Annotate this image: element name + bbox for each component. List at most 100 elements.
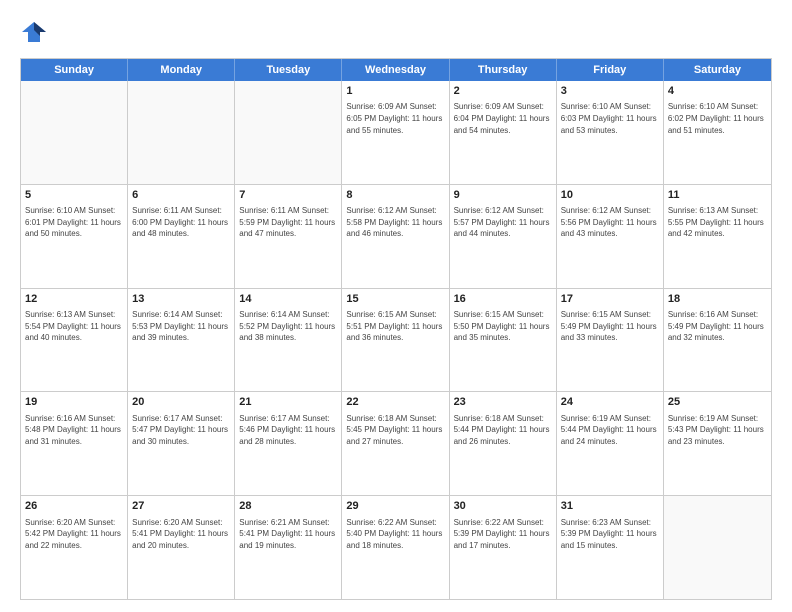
calendar-day-10: 10 Sunrise: 6:12 AM Sunset: 5:56 PM Dayli…: [557, 185, 664, 288]
calendar-day-27: 27 Sunrise: 6:20 AM Sunset: 5:41 PM Dayli…: [128, 496, 235, 599]
calendar-day-6: 6 Sunrise: 6:11 AM Sunset: 6:00 PM Daylig…: [128, 185, 235, 288]
day-number: 15: [346, 292, 444, 307]
sun-info: Sunrise: 6:19 AM Sunset: 5:43 PM Dayligh…: [668, 413, 767, 448]
day-number: 24: [561, 395, 659, 410]
calendar-header: SundayMondayTuesdayWednesdayThursdayFrid…: [21, 59, 771, 81]
calendar-day-25: 25 Sunrise: 6:19 AM Sunset: 5:43 PM Dayli…: [664, 392, 771, 495]
weekday-header-wednesday: Wednesday: [342, 59, 449, 81]
sun-info: Sunrise: 6:17 AM Sunset: 5:47 PM Dayligh…: [132, 413, 230, 448]
day-number: 10: [561, 188, 659, 203]
calendar-week-4: 19Sunrise: 6:16 AM Sunset: 5:48 PM Dayli…: [21, 392, 771, 496]
day-number: 7: [239, 188, 337, 203]
calendar-day-9: 9 Sunrise: 6:12 AM Sunset: 5:57 PM Daylig…: [450, 185, 557, 288]
day-number: 9: [454, 188, 552, 203]
calendar-day-18: 18 Sunrise: 6:16 AM Sunset: 5:49 PM Dayli…: [664, 289, 771, 392]
calendar-day-30: 30 Sunrise: 6:22 AM Sunset: 5:39 PM Dayli…: [450, 496, 557, 599]
weekday-header-friday: Friday: [557, 59, 664, 81]
calendar-day-22: 22 Sunrise: 6:18 AM Sunset: 5:45 PM Dayli…: [342, 392, 449, 495]
calendar-week-2: 5 Sunrise: 6:10 AM Sunset: 6:01 PM Daylig…: [21, 185, 771, 289]
calendar-day-2: 2 Sunrise: 6:09 AM Sunset: 6:04 PM Daylig…: [450, 81, 557, 184]
calendar-day-28: 28 Sunrise: 6:21 AM Sunset: 5:41 PM Dayli…: [235, 496, 342, 599]
sun-info: Sunrise: 6:17 AM Sunset: 5:46 PM Dayligh…: [239, 413, 337, 448]
sun-info: Sunrise: 6:20 AM Sunset: 5:42 PM Dayligh…: [25, 517, 123, 552]
day-number: 12: [25, 292, 123, 307]
weekday-header-thursday: Thursday: [450, 59, 557, 81]
sun-info: Sunrise: 6:22 AM Sunset: 5:39 PM Dayligh…: [454, 517, 552, 552]
calendar-day-7: 7 Sunrise: 6:11 AM Sunset: 5:59 PM Daylig…: [235, 185, 342, 288]
day-number: 28: [239, 499, 337, 514]
day-number: 11: [668, 188, 767, 203]
calendar-day-15: 15 Sunrise: 6:15 AM Sunset: 5:51 PM Dayli…: [342, 289, 449, 392]
sun-info: Sunrise: 6:12 AM Sunset: 5:57 PM Dayligh…: [454, 205, 552, 240]
calendar-day-20: 20Sunrise: 6:17 AM Sunset: 5:47 PM Dayli…: [128, 392, 235, 495]
sun-info: Sunrise: 6:21 AM Sunset: 5:41 PM Dayligh…: [239, 517, 337, 552]
sun-info: Sunrise: 6:16 AM Sunset: 5:48 PM Dayligh…: [25, 413, 123, 448]
calendar-day-26: 26 Sunrise: 6:20 AM Sunset: 5:42 PM Dayli…: [21, 496, 128, 599]
page: SundayMondayTuesdayWednesdayThursdayFrid…: [0, 0, 792, 612]
sun-info: Sunrise: 6:13 AM Sunset: 5:54 PM Dayligh…: [25, 309, 123, 344]
day-number: 27: [132, 499, 230, 514]
sun-info: Sunrise: 6:11 AM Sunset: 6:00 PM Dayligh…: [132, 205, 230, 240]
calendar-day-empty: [21, 81, 128, 184]
day-number: 3: [561, 84, 659, 99]
sun-info: Sunrise: 6:22 AM Sunset: 5:40 PM Dayligh…: [346, 517, 444, 552]
day-number: 2: [454, 84, 552, 99]
sun-info: Sunrise: 6:12 AM Sunset: 5:56 PM Dayligh…: [561, 205, 659, 240]
sun-info: Sunrise: 6:16 AM Sunset: 5:49 PM Dayligh…: [668, 309, 767, 344]
day-number: 5: [25, 188, 123, 203]
sun-info: Sunrise: 6:18 AM Sunset: 5:44 PM Dayligh…: [454, 413, 552, 448]
calendar-day-1: 1 Sunrise: 6:09 AM Sunset: 6:05 PM Daylig…: [342, 81, 449, 184]
calendar-day-19: 19Sunrise: 6:16 AM Sunset: 5:48 PM Dayli…: [21, 392, 128, 495]
sun-info: Sunrise: 6:19 AM Sunset: 5:44 PM Dayligh…: [561, 413, 659, 448]
calendar-day-17: 17 Sunrise: 6:15 AM Sunset: 5:49 PM Dayli…: [557, 289, 664, 392]
logo-icon: [20, 18, 48, 50]
day-number: 1: [346, 84, 444, 99]
sun-info: Sunrise: 6:09 AM Sunset: 6:05 PM Dayligh…: [346, 101, 444, 136]
calendar-day-empty: [128, 81, 235, 184]
sun-info: Sunrise: 6:12 AM Sunset: 5:58 PM Dayligh…: [346, 205, 444, 240]
sun-info: Sunrise: 6:10 AM Sunset: 6:03 PM Dayligh…: [561, 101, 659, 136]
calendar-week-3: 12 Sunrise: 6:13 AM Sunset: 5:54 PM Dayli…: [21, 289, 771, 393]
day-number: 13: [132, 292, 230, 307]
calendar-day-29: 29Sunrise: 6:22 AM Sunset: 5:40 PM Dayli…: [342, 496, 449, 599]
sun-info: Sunrise: 6:14 AM Sunset: 5:52 PM Dayligh…: [239, 309, 337, 344]
sun-info: Sunrise: 6:20 AM Sunset: 5:41 PM Dayligh…: [132, 517, 230, 552]
calendar: SundayMondayTuesdayWednesdayThursdayFrid…: [20, 58, 772, 600]
day-number: 26: [25, 499, 123, 514]
sun-info: Sunrise: 6:09 AM Sunset: 6:04 PM Dayligh…: [454, 101, 552, 136]
sun-info: Sunrise: 6:15 AM Sunset: 5:49 PM Dayligh…: [561, 309, 659, 344]
day-number: 22: [346, 395, 444, 410]
calendar-day-11: 11 Sunrise: 6:13 AM Sunset: 5:55 PM Dayli…: [664, 185, 771, 288]
sun-info: Sunrise: 6:15 AM Sunset: 5:51 PM Dayligh…: [346, 309, 444, 344]
weekday-header-saturday: Saturday: [664, 59, 771, 81]
sun-info: Sunrise: 6:18 AM Sunset: 5:45 PM Dayligh…: [346, 413, 444, 448]
day-number: 4: [668, 84, 767, 99]
weekday-header-sunday: Sunday: [21, 59, 128, 81]
sun-info: Sunrise: 6:10 AM Sunset: 6:01 PM Dayligh…: [25, 205, 123, 240]
day-number: 6: [132, 188, 230, 203]
day-number: 23: [454, 395, 552, 410]
day-number: 31: [561, 499, 659, 514]
day-number: 18: [668, 292, 767, 307]
sun-info: Sunrise: 6:23 AM Sunset: 5:39 PM Dayligh…: [561, 517, 659, 552]
calendar-day-16: 16Sunrise: 6:15 AM Sunset: 5:50 PM Dayli…: [450, 289, 557, 392]
sun-info: Sunrise: 6:15 AM Sunset: 5:50 PM Dayligh…: [454, 309, 552, 344]
day-number: 17: [561, 292, 659, 307]
sun-info: Sunrise: 6:14 AM Sunset: 5:53 PM Dayligh…: [132, 309, 230, 344]
calendar-week-5: 26 Sunrise: 6:20 AM Sunset: 5:42 PM Dayli…: [21, 496, 771, 599]
day-number: 30: [454, 499, 552, 514]
day-number: 21: [239, 395, 337, 410]
day-number: 25: [668, 395, 767, 410]
weekday-header-monday: Monday: [128, 59, 235, 81]
calendar-day-12: 12 Sunrise: 6:13 AM Sunset: 5:54 PM Dayli…: [21, 289, 128, 392]
sun-info: Sunrise: 6:13 AM Sunset: 5:55 PM Dayligh…: [668, 205, 767, 240]
calendar-day-8: 8Sunrise: 6:12 AM Sunset: 5:58 PM Daylig…: [342, 185, 449, 288]
weekday-header-tuesday: Tuesday: [235, 59, 342, 81]
calendar-day-4: 4Sunrise: 6:10 AM Sunset: 6:02 PM Daylig…: [664, 81, 771, 184]
calendar-body: 1 Sunrise: 6:09 AM Sunset: 6:05 PM Daylig…: [21, 81, 771, 599]
calendar-day-13: 13 Sunrise: 6:14 AM Sunset: 5:53 PM Dayli…: [128, 289, 235, 392]
calendar-day-21: 21 Sunrise: 6:17 AM Sunset: 5:46 PM Dayli…: [235, 392, 342, 495]
calendar-day-23: 23 Sunrise: 6:18 AM Sunset: 5:44 PM Dayli…: [450, 392, 557, 495]
sun-info: Sunrise: 6:11 AM Sunset: 5:59 PM Dayligh…: [239, 205, 337, 240]
calendar-day-3: 3 Sunrise: 6:10 AM Sunset: 6:03 PM Daylig…: [557, 81, 664, 184]
